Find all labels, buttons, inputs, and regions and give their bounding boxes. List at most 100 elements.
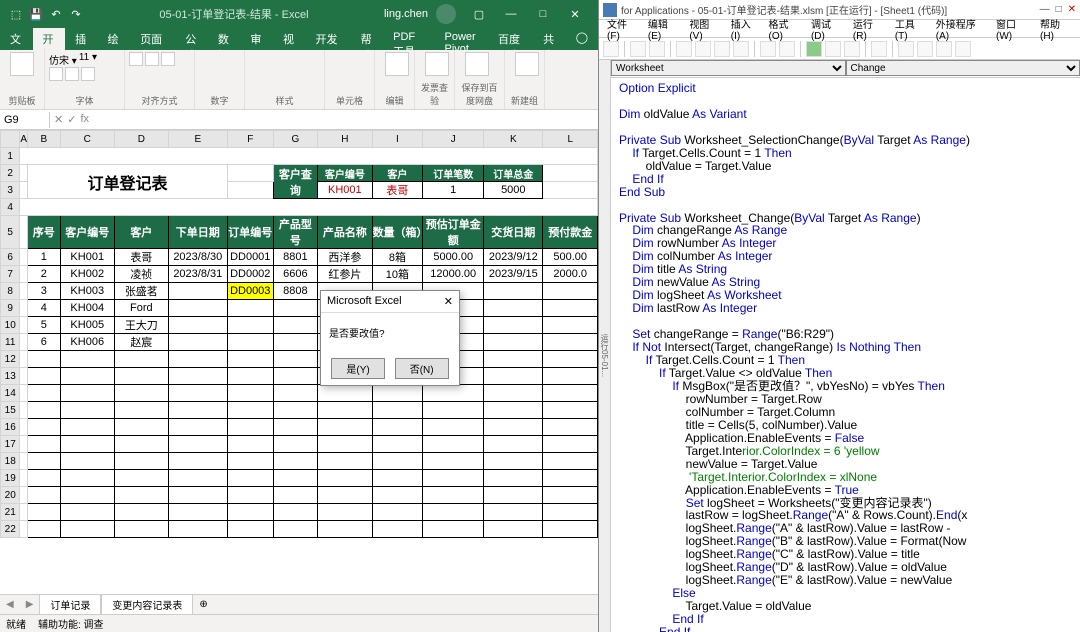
cell[interactable] — [28, 368, 60, 385]
row-21[interactable]: 21 — [1, 504, 20, 521]
code-editor[interactable]: Option Explicit Dim oldValue As Variant … — [611, 78, 1080, 632]
cell[interactable] — [114, 487, 168, 504]
cell-11-id[interactable]: KH006 — [60, 334, 114, 351]
cell-6-prod[interactable]: 西洋参 — [318, 249, 372, 266]
cell[interactable] — [227, 470, 273, 487]
cell[interactable] — [28, 470, 60, 487]
query-val-count[interactable]: 1 — [423, 182, 484, 199]
cell[interactable] — [372, 402, 423, 419]
status-accessibility[interactable]: 辅助功能: 调查 — [38, 616, 104, 631]
cell[interactable] — [227, 368, 273, 385]
cell[interactable] — [423, 419, 484, 436]
cell[interactable] — [227, 385, 273, 402]
col-f[interactable]: F — [227, 131, 273, 148]
redo-icon[interactable]: ↷ — [68, 6, 84, 22]
row-7[interactable]: 7 — [1, 266, 20, 283]
cell[interactable] — [484, 402, 543, 419]
cell-7-amt[interactable]: 12000.00 — [423, 266, 484, 283]
cell[interactable] — [114, 470, 168, 487]
msgbox-no-button[interactable]: 否(N) — [395, 358, 449, 379]
cell-11-due[interactable] — [484, 334, 543, 351]
cell-8-date[interactable] — [168, 283, 227, 300]
query-val-custid[interactable]: KH001 — [318, 182, 372, 199]
cell[interactable] — [484, 470, 543, 487]
comments-button[interactable]: ◯ — [566, 28, 598, 50]
cell[interactable] — [114, 419, 168, 436]
cell[interactable] — [484, 504, 543, 521]
cell[interactable] — [423, 453, 484, 470]
cell[interactable] — [60, 521, 114, 538]
cell[interactable] — [28, 351, 60, 368]
tab-insert[interactable]: 插入 — [65, 28, 98, 50]
row-3[interactable]: 3 — [1, 182, 20, 199]
vba-maximize-icon[interactable]: □ — [1056, 4, 1062, 15]
row-10[interactable]: 10 — [1, 317, 20, 334]
cell[interactable] — [372, 453, 423, 470]
tb-copy[interactable] — [695, 41, 711, 57]
row-11[interactable]: 11 — [1, 334, 20, 351]
tb-run[interactable] — [806, 41, 822, 57]
cell-11-n[interactable]: 6 — [28, 334, 60, 351]
cell[interactable] — [114, 521, 168, 538]
cell[interactable] — [318, 470, 372, 487]
cell-10-n[interactable]: 5 — [28, 317, 60, 334]
cell[interactable] — [168, 402, 227, 419]
col-i[interactable]: I — [372, 131, 423, 148]
cell[interactable] — [318, 436, 372, 453]
formula-input[interactable] — [93, 118, 598, 122]
cell-6-model[interactable]: 8801 — [273, 249, 318, 266]
cell[interactable] — [484, 453, 543, 470]
cell-10-model[interactable] — [273, 317, 318, 334]
cell-6-due[interactable]: 2023/9/12 — [484, 249, 543, 266]
cell[interactable] — [423, 521, 484, 538]
camera-button[interactable] — [509, 52, 545, 76]
cell-9-pre[interactable] — [543, 300, 598, 317]
procedure-dropdown[interactable]: Change — [846, 60, 1080, 76]
cell[interactable] — [543, 487, 598, 504]
cell-11-cust[interactable]: 赵宸 — [114, 334, 168, 351]
tab-pdf[interactable]: PDF工具集 — [383, 28, 434, 50]
tab-layout[interactable]: 页面布局 — [130, 28, 175, 50]
row-20[interactable]: 20 — [1, 487, 20, 504]
tb-design[interactable] — [871, 41, 887, 57]
col-b[interactable]: B — [28, 131, 60, 148]
row-5[interactable]: 5 — [1, 216, 20, 249]
col-k[interactable]: K — [484, 131, 543, 148]
cell[interactable] — [423, 402, 484, 419]
name-box[interactable]: G9 — [0, 112, 50, 128]
cell[interactable] — [372, 385, 423, 402]
cell[interactable] — [543, 453, 598, 470]
cell[interactable] — [273, 436, 318, 453]
align-top[interactable] — [129, 52, 143, 66]
cell[interactable] — [168, 351, 227, 368]
cell[interactable] — [227, 402, 273, 419]
tb-view-excel[interactable] — [603, 41, 619, 57]
fontsize-select[interactable]: 11 ▾ — [79, 52, 97, 67]
object-dropdown[interactable]: Worksheet — [611, 60, 846, 76]
bold-button[interactable] — [49, 67, 63, 81]
cell[interactable] — [484, 521, 543, 538]
cell[interactable] — [28, 385, 60, 402]
tb-project[interactable] — [898, 41, 914, 57]
autosave-toggle[interactable]: ⬚ — [8, 6, 24, 22]
add-sheet-icon[interactable]: ⊕ — [193, 599, 213, 610]
tab-dev[interactable]: 开发工具 — [305, 28, 350, 50]
font-select[interactable]: 仿宋 ▾ — [49, 52, 77, 67]
cell-6-cust[interactable]: 表哥 — [114, 249, 168, 266]
cell[interactable] — [60, 504, 114, 521]
cell[interactable] — [114, 504, 168, 521]
cell-7-n[interactable]: 2 — [28, 266, 60, 283]
col-h[interactable]: H — [318, 131, 372, 148]
cell[interactable] — [168, 385, 227, 402]
vba-minimize-icon[interactable]: — — [1040, 4, 1050, 15]
tb-reset[interactable] — [844, 41, 860, 57]
cell[interactable] — [168, 487, 227, 504]
msgbox-yes-button[interactable]: 是(Y) — [331, 358, 384, 379]
cell[interactable] — [543, 504, 598, 521]
cell[interactable] — [318, 419, 372, 436]
cell[interactable] — [273, 419, 318, 436]
tab-review[interactable]: 审阅 — [240, 28, 273, 50]
cell[interactable] — [372, 419, 423, 436]
cell-9-date[interactable] — [168, 300, 227, 317]
cell[interactable] — [28, 504, 60, 521]
